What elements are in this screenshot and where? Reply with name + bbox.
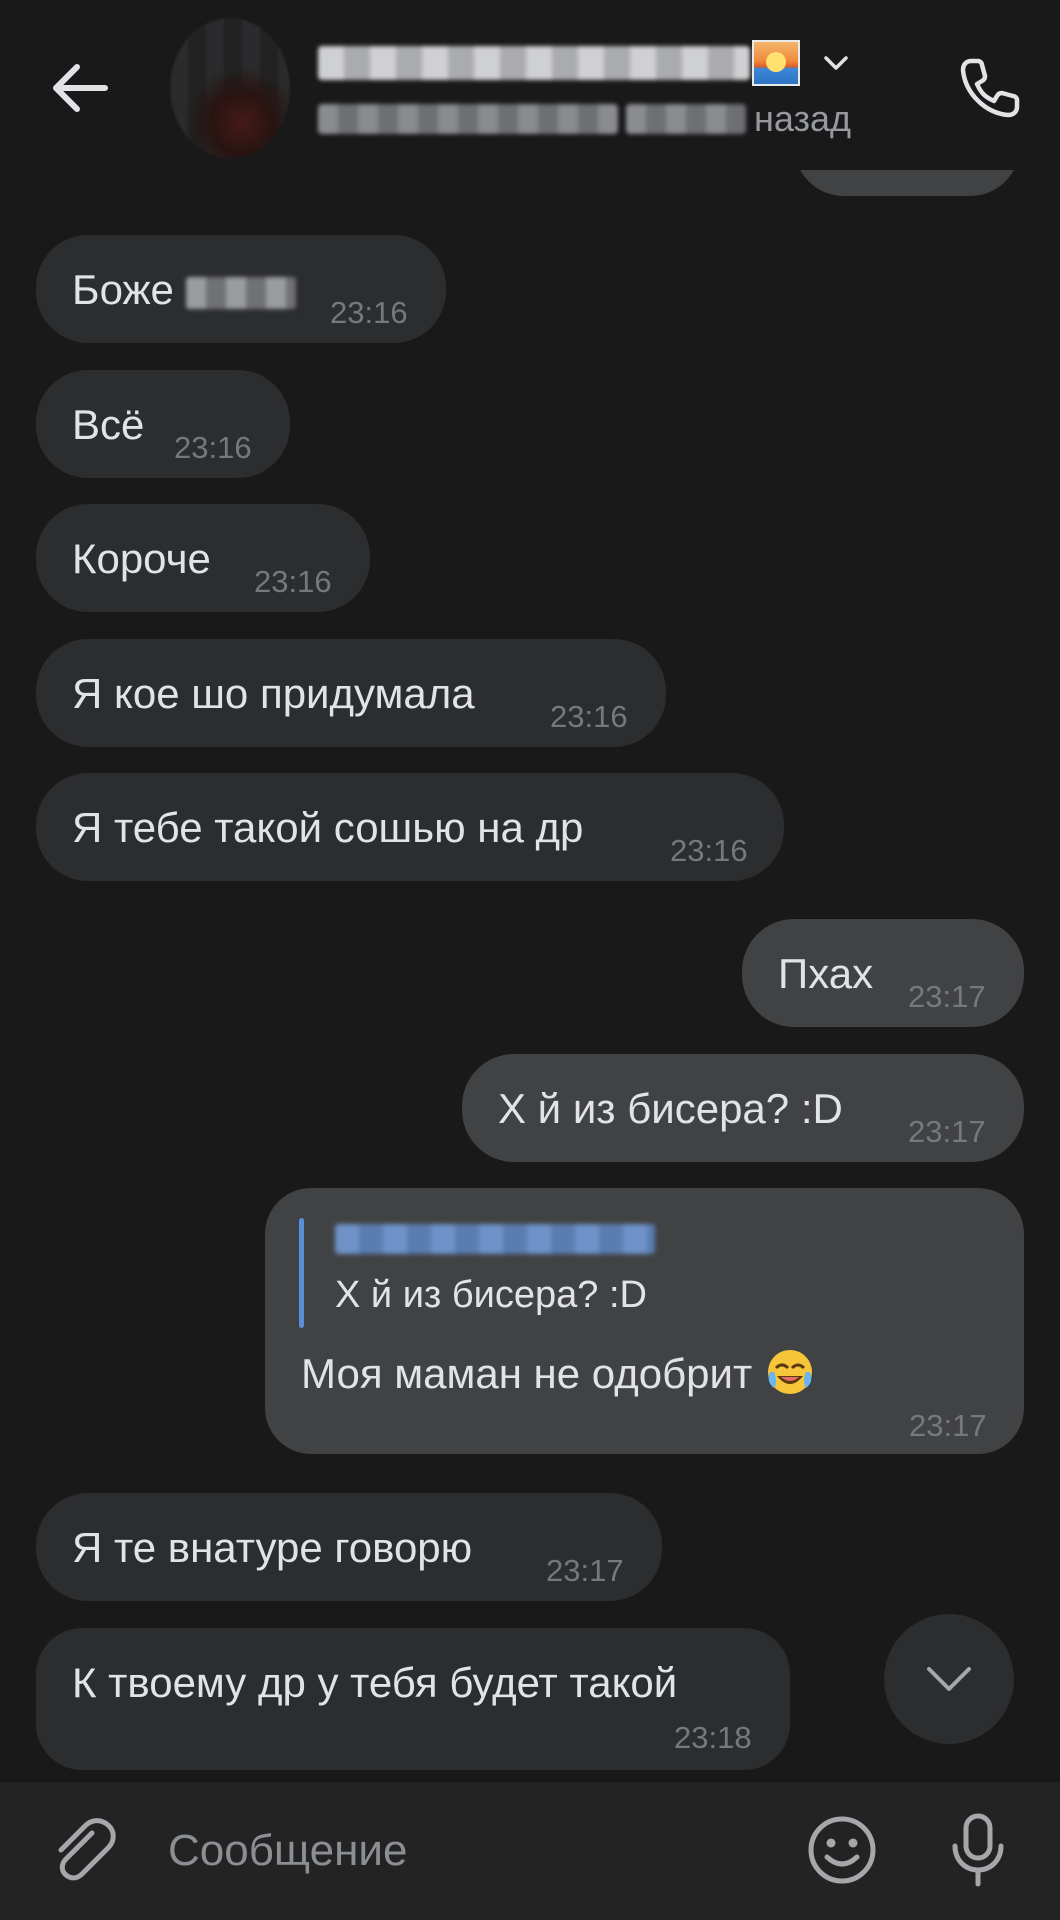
message-bubble[interactable]: Всё 23:16 <box>36 370 290 478</box>
message-time: 23:16 <box>330 295 408 330</box>
message-input[interactable] <box>168 1806 768 1896</box>
message-text: Всё <box>72 401 145 448</box>
message-time: 23:16 <box>670 833 748 868</box>
back-button[interactable] <box>40 48 120 128</box>
message-text: Х й из бисера? :D <box>498 1085 843 1132</box>
message-bubble[interactable]: Боже 23:16 <box>36 235 446 343</box>
avatar[interactable] <box>170 18 290 158</box>
reply-quote-bar <box>299 1218 304 1328</box>
message-text: Пхах <box>778 950 874 997</box>
message-bubble[interactable]: Я тебе такой сошью на др 23:16 <box>36 773 784 881</box>
chevron-down-icon <box>927 1667 971 1691</box>
message-bubble[interactable]: Короче 23:16 <box>36 504 370 612</box>
chat-title-redacted <box>318 46 750 80</box>
message-time: 23:18 <box>674 1720 752 1755</box>
subtitle-redacted <box>318 104 618 134</box>
message-bubble[interactable]: Пхах 23:17 <box>742 919 1024 1027</box>
chat-subtitle: назад <box>318 98 851 140</box>
emoji-button[interactable] <box>804 1812 880 1888</box>
message-text: К твоему др у тебя будет такой <box>72 1659 678 1706</box>
face-with-tears-of-joy-icon <box>768 1350 813 1394</box>
message-time: 23:17 <box>909 1408 987 1443</box>
message-time: 23:16 <box>550 699 628 734</box>
message-time: 23:17 <box>908 1114 986 1149</box>
attach-button[interactable] <box>46 1812 122 1888</box>
message-text: Я тебе такой сошью на др <box>72 804 584 851</box>
message-time: 23:16 <box>174 430 252 465</box>
reply-quote-text: Х й из бисера? :D <box>335 1274 647 1316</box>
scroll-down-button[interactable] <box>884 1614 1014 1744</box>
microphone-icon <box>952 1813 1004 1887</box>
message-text: Я те внатуре говорю <box>72 1524 473 1571</box>
subtitle-redacted <box>626 104 746 134</box>
message-bubble[interactable]: Я кое шо придумала 23:16 <box>36 639 666 747</box>
message-text: Моя маман не одобрит <box>301 1346 816 1398</box>
message-list[interactable]: Боже 23:16 Всё 23:16 Короче 23:16 Я кое … <box>0 0 1060 1782</box>
microphone-button[interactable] <box>940 1810 1016 1890</box>
message-text: Короче <box>72 535 211 582</box>
message-text: Я кое шо придумала <box>72 670 475 717</box>
message-time: 23:16 <box>254 564 332 599</box>
chat-header: назад <box>0 0 1060 170</box>
arrow-left-icon <box>53 64 108 112</box>
reply-author-redacted <box>335 1224 655 1254</box>
message-time: 23:17 <box>908 979 986 1014</box>
call-button[interactable] <box>948 46 1032 130</box>
message-bubble[interactable]: Х й из бисера? :D 23:17 <box>462 1054 1024 1162</box>
redacted-text <box>186 277 296 309</box>
message-bubble[interactable]: Я те внатуре говорю 23:17 <box>36 1493 662 1601</box>
phone-icon <box>960 58 1020 118</box>
message-composer <box>0 1782 1060 1920</box>
sunrise-emoji-icon <box>752 40 800 86</box>
message-text: Боже <box>72 266 174 313</box>
paperclip-icon <box>58 1818 116 1881</box>
message-time: 23:17 <box>546 1553 624 1588</box>
subtitle-tail: назад <box>754 98 852 139</box>
message-bubble[interactable]: К твоему др у тебя будет такой 23:18 <box>36 1628 790 1770</box>
chat-title[interactable] <box>318 38 850 88</box>
chevron-down-icon[interactable] <box>822 53 850 73</box>
smiley-icon <box>808 1816 876 1884</box>
message-bubble-reply[interactable]: Х й из бисера? :D Моя маман не одобрит 2… <box>265 1188 1024 1454</box>
